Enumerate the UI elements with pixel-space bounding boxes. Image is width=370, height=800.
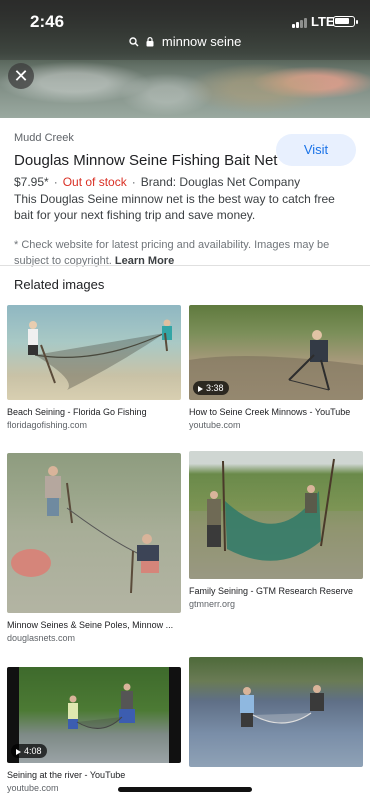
thumbnail[interactable] — [189, 451, 363, 579]
image-domain: gtmnerr.org — [189, 599, 236, 609]
image-caption: Beach Seining - Florida Go Fishing — [7, 407, 147, 417]
network-label: LTE — [311, 14, 335, 29]
url-bar[interactable]: minnow seine — [0, 34, 370, 50]
image-caption: How to Seine Creek Minnows - YouTube — [189, 407, 351, 417]
signal-icon — [292, 17, 310, 28]
play-icon — [198, 385, 203, 392]
separator-dot: · — [53, 175, 58, 189]
result-meta: $7.95* · Out of stock · Brand: Douglas Net C… — [14, 175, 356, 189]
beach-seine-image — [28, 319, 172, 390]
thumbnail[interactable] — [189, 657, 363, 767]
result-info: Mudd Creek Douglas Minnow Seine Fishing … — [0, 118, 370, 269]
image-domain: youtube.com — [189, 420, 241, 430]
battery-level — [335, 18, 349, 24]
related-image-item[interactable]: Family Seining - GTM Research Reserve gt… — [189, 451, 363, 609]
image-domain: douglasnets.com — [7, 633, 76, 643]
close-icon: ✕ — [13, 66, 29, 86]
image-caption: Minnow Seines & Seine Poles, Minnow ... — [7, 620, 174, 630]
price: $7.95* — [14, 175, 49, 189]
image-caption: Seining at the river - YouTube — [7, 770, 126, 780]
play-icon — [16, 748, 21, 755]
seine-pair-image — [240, 685, 324, 727]
related-image-item[interactable]: Minnow Seines & Seine Poles, Minnow ... … — [7, 453, 181, 643]
battery-icon — [333, 16, 358, 27]
home-indicator[interactable] — [118, 787, 252, 792]
thumbnail[interactable] — [7, 305, 181, 400]
clock: 2:46 — [30, 12, 65, 31]
thumbnail[interactable]: 3:38 — [189, 305, 363, 400]
url-text: minnow seine — [161, 34, 242, 49]
brand: Brand: Douglas Net Company — [140, 175, 301, 189]
stock-status: Out of stock — [62, 175, 127, 189]
thumbnail[interactable]: 4:08 — [7, 667, 181, 763]
search-icon — [128, 35, 139, 50]
image-viewer-screen: 2:46 LTE minnow seine ✕ Mudd Creek Dougl… — [0, 0, 370, 800]
image-domain: floridagofishing.com — [7, 420, 88, 430]
result-description: This Douglas Seine minnow net is the bes… — [14, 192, 335, 222]
family-seine-image — [189, 458, 363, 579]
preview-image[interactable]: 2:46 LTE minnow seine ✕ — [0, 0, 370, 118]
image-caption: Family Seining - GTM Research Reserve — [189, 586, 354, 596]
minnow-seine-image — [11, 466, 159, 594]
video-duration-badge: 3:38 — [193, 381, 229, 395]
divider — [0, 265, 370, 266]
related-heading: Related images — [14, 277, 105, 292]
lock-icon — [146, 35, 154, 50]
related-image-item[interactable]: 3:38 How to Seine Creek Minnows - YouTub… — [189, 305, 363, 430]
visit-button[interactable]: Visit — [276, 134, 356, 166]
related-image-item[interactable]: 4:08 Seining at the river - YouTube yout… — [7, 667, 181, 793]
close-button[interactable]: ✕ — [8, 63, 34, 89]
related-image-item[interactable]: Beach Seining - Florida Go Fishing flori… — [7, 305, 181, 430]
separator-dot: · — [131, 175, 136, 189]
related-image-item[interactable] — [189, 657, 363, 767]
thumbnail[interactable] — [7, 453, 181, 613]
video-duration-badge: 4:08 — [11, 744, 47, 758]
